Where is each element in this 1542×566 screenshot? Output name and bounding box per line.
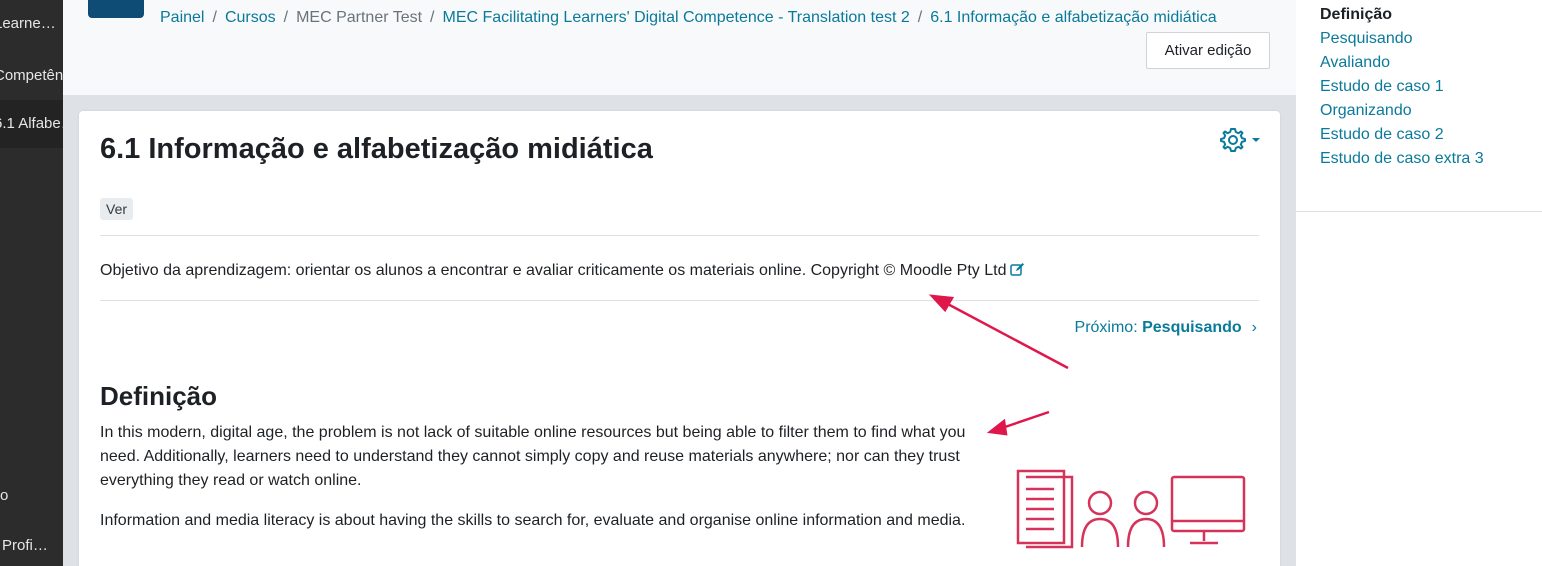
edit-icon[interactable] xyxy=(1010,262,1025,281)
drawer-item-label: Profi… xyxy=(2,537,48,554)
drawer-item-3-active[interactable]: 6.1 Alfabe… xyxy=(0,100,63,148)
gear-icon xyxy=(1220,128,1260,152)
section-heading: Definição xyxy=(100,381,218,411)
paragraph: Information and media literacy is about … xyxy=(100,512,966,529)
chapter-item-estudo-2[interactable]: Estudo de caso 2 xyxy=(1320,123,1484,147)
next-target: Pesquisando xyxy=(1142,319,1242,336)
learning-objective: Objetivo da aprendizagem: orientar os al… xyxy=(100,262,1025,281)
view-badge: Ver xyxy=(100,198,134,220)
breadcrumb-separator: / xyxy=(212,9,217,26)
drawer-item-1[interactable]: Learne… xyxy=(0,0,63,48)
caret-down-icon xyxy=(1252,138,1260,142)
drawer-item-5[interactable]: Profi… xyxy=(0,522,63,566)
chapter-item-estudo-1[interactable]: Estudo de caso 1 xyxy=(1320,75,1484,99)
drawer-item-label: o xyxy=(0,487,9,504)
breadcrumb-category: MEC Partner Test xyxy=(296,9,423,26)
drawer-item-4[interactable]: o xyxy=(0,472,63,520)
course-logo xyxy=(88,0,144,18)
drawer-item-2[interactable]: Competên… xyxy=(0,52,63,100)
chevron-right-icon: › xyxy=(1251,319,1257,336)
breadcrumb-separator: / xyxy=(283,9,289,26)
edit-mode-button[interactable]: Ativar edição xyxy=(1146,32,1270,69)
next-page-link[interactable]: Próximo: Pesquisando › xyxy=(1075,319,1257,337)
breadcrumb-painel[interactable]: Painel xyxy=(160,9,204,26)
breadcrumb-course[interactable]: MEC Facilitating Learners' Digital Compe… xyxy=(443,9,910,26)
chapter-item-avaliando[interactable]: Avaliando xyxy=(1320,51,1484,75)
main-content-card: 6.1 Informação e alfabetização midiática… xyxy=(79,111,1280,566)
objective-text: Objetivo da aprendizagem: orientar os al… xyxy=(100,262,1007,279)
paragraph: In this modern, digital age, the problem… xyxy=(100,424,966,489)
chapter-item-organizando[interactable]: Organizando xyxy=(1320,99,1484,123)
settings-menu-toggle[interactable] xyxy=(1219,125,1261,155)
breadcrumb-separator: / xyxy=(917,9,923,26)
course-index-drawer: Learne… Competên… 6.1 Alfabe… o Profi… xyxy=(0,0,63,566)
breadcrumb: Painel / Cursos / MEC Partner Test / MEC Facil… xyxy=(160,9,1217,27)
breadcrumb-cursos[interactable]: Cursos xyxy=(225,9,276,26)
book-navigation-panel: Definição Pesquisando Avaliando Estudo d… xyxy=(1296,0,1542,566)
chapter-item-pesquisando[interactable]: Pesquisando xyxy=(1320,27,1484,51)
breadcrumb-activity[interactable]: 6.1 Informação e alfabetização midiática xyxy=(930,9,1216,26)
chapter-list: Definição Pesquisando Avaliando Estudo d… xyxy=(1320,3,1484,171)
next-prefix: Próximo: xyxy=(1074,319,1138,336)
information-literacy-illustration-icon xyxy=(1016,469,1246,549)
chapter-item-definicao: Definição xyxy=(1320,6,1393,23)
drawer-item-label: 6.1 Alfabe… xyxy=(0,115,63,132)
page-header: Painel / Cursos / MEC Partner Test / MEC Facil… xyxy=(63,0,1296,96)
page-title: 6.1 Informação e alfabetização midiática xyxy=(100,133,653,165)
drawer-item-label: Competên… xyxy=(0,67,63,84)
divider xyxy=(100,300,1259,301)
chapter-item-estudo-extra-3[interactable]: Estudo de caso extra 3 xyxy=(1320,147,1484,171)
divider xyxy=(100,235,1259,236)
divider xyxy=(1296,211,1542,212)
breadcrumb-separator: / xyxy=(430,9,435,26)
drawer-item-label: Learne… xyxy=(0,15,56,32)
